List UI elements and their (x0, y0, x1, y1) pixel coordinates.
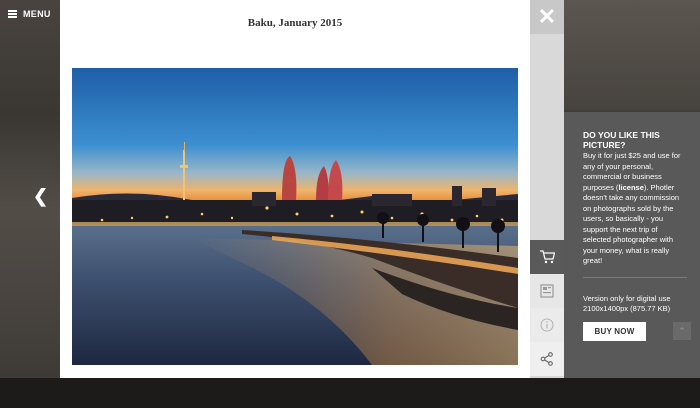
photo (72, 68, 518, 365)
close-icon[interactable]: ✕ (530, 0, 564, 34)
version-info: Version only for digital use 2100x1400px… (583, 293, 671, 313)
panel-title: DO YOU LIKE THIS PICTURE? (583, 130, 660, 150)
menu-label: MENU (23, 9, 51, 19)
share-icon (540, 352, 553, 366)
hamburger-icon (8, 10, 17, 18)
background-photo-right (564, 0, 700, 110)
panel-text-after: ). Photler doesn't take any commission o… (583, 182, 680, 266)
panel-description: Buy it for just $25 and use for any of y… (583, 151, 687, 267)
image-icon (540, 284, 554, 298)
photo-toolbar: ✕ (530, 0, 564, 378)
cart-icon (540, 250, 555, 264)
previous-arrow-icon[interactable]: ❮ (33, 186, 48, 207)
scroll-up-icon[interactable]: ⌃ (673, 322, 691, 340)
divider (583, 276, 687, 278)
cart-button[interactable] (530, 240, 564, 274)
photo-modal: Baku, January 2015 (60, 0, 530, 378)
buy-now-button[interactable]: BUY NOW (583, 321, 646, 341)
share-button[interactable] (530, 342, 564, 376)
license-link[interactable]: license (618, 183, 643, 192)
menu-button[interactable]: MENU (8, 9, 51, 19)
background-bottom-strip (0, 378, 700, 408)
info-button[interactable] (530, 308, 564, 342)
info-icon (540, 318, 554, 332)
details-button[interactable] (530, 274, 564, 308)
background-photo-left (0, 0, 60, 378)
photo-caption: Baku, January 2015 (247, 17, 343, 29)
